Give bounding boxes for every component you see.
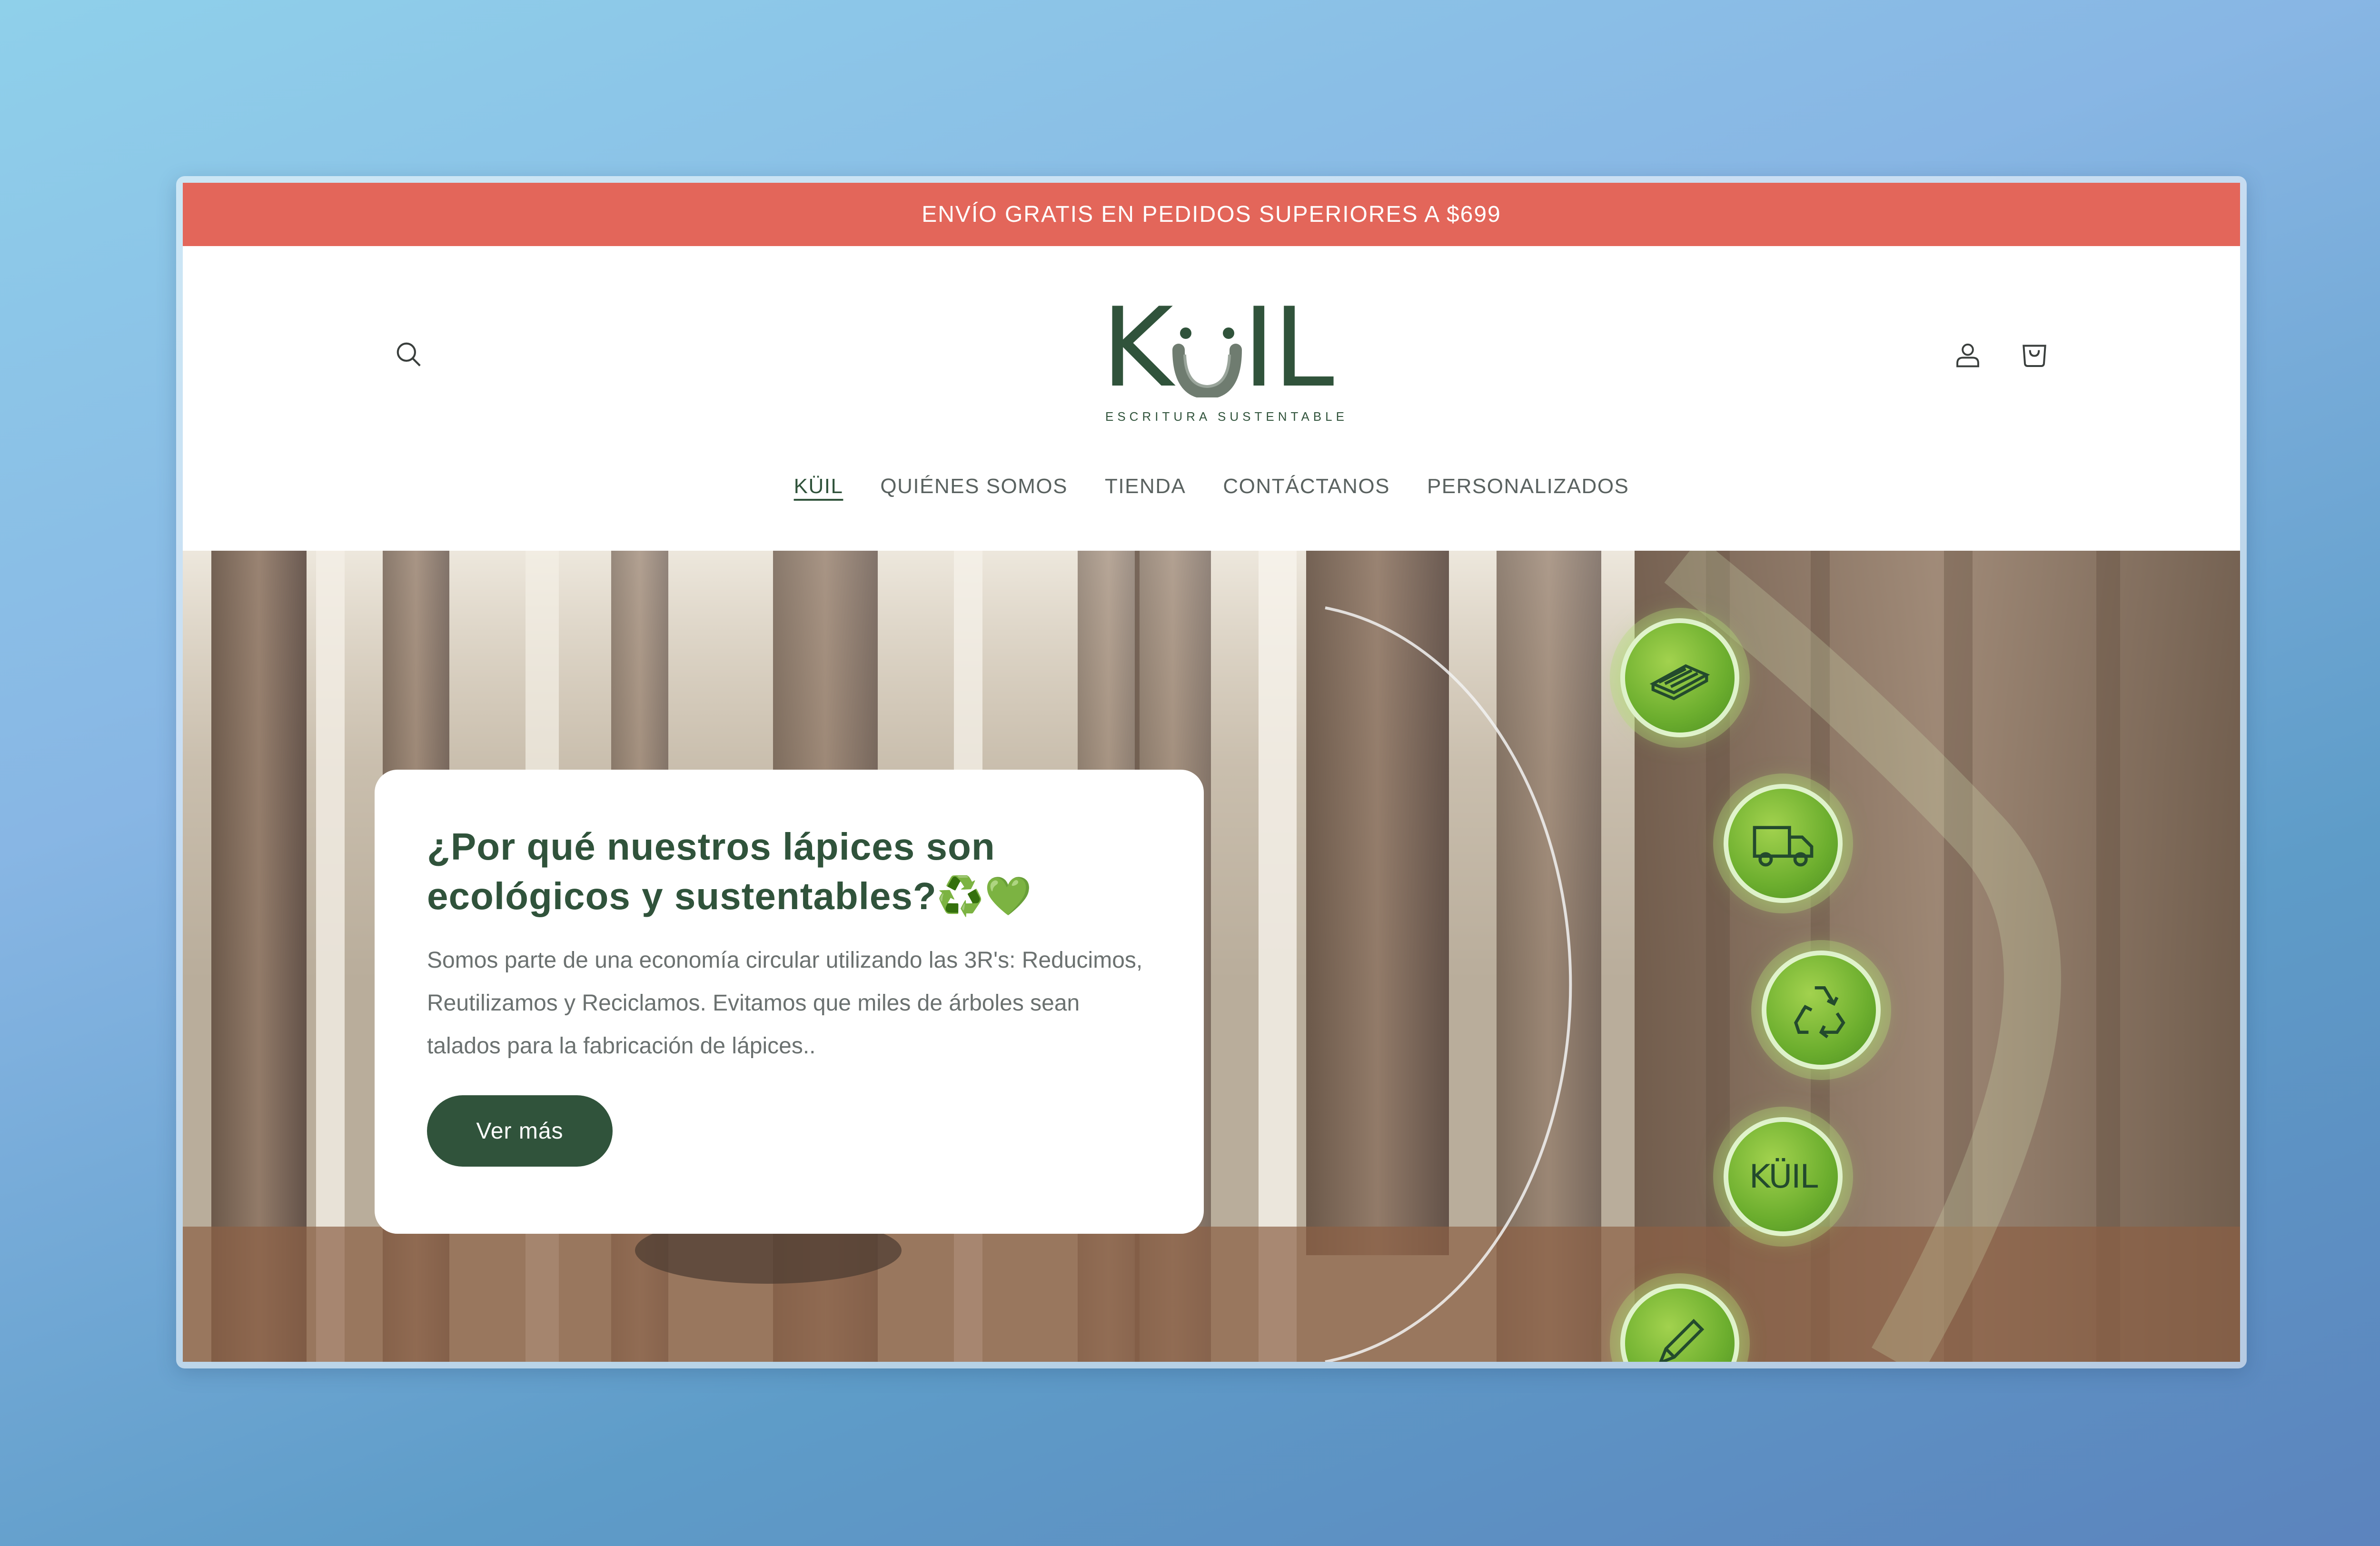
delivery-truck-icon [1753,826,1814,867]
site-header: K IL ESCRITURA SUSTENTABLE KÜIL QUIÉNES … [183,246,2240,498]
logo-tagline: ESCRITURA SUSTENTABLE [1105,409,1348,424]
paper-stack-icon [1649,664,1710,701]
recycle-icon [1794,986,1845,1039]
website: ENVÍO GRATIS EN PEDIDOS SUPERIORES A $69… [183,183,2240,1362]
browser-frame: ENVÍO GRATIS EN PEDIDOS SUPERIORES A $69… [176,176,2247,1368]
logo-smile-mark [1171,313,1243,399]
logo-wordmark: K IL [1101,285,1334,412]
badge-kuil-logo[interactable]: KÜIL [1724,1117,1843,1236]
hero-banner: KÜIL ¿Por qué nuestros lápices son ecoló… [183,551,2240,1362]
ver-mas-button[interactable]: Ver más [427,1095,613,1167]
hero-title: ¿Por qué nuestros lápices son ecológicos… [427,825,1032,917]
pencil-icon [1659,1318,1705,1362]
announcement-bar: ENVÍO GRATIS EN PEDIDOS SUPERIORES A $69… [183,183,2240,246]
cart-button[interactable] [2015,336,2053,374]
search-icon [397,342,421,367]
badge-kuil-text: KÜIL [1749,1158,1818,1196]
site-logo[interactable]: K IL ESCRITURA SUSTENTABLE [1101,285,1344,424]
main-navigation: KÜIL QUIÉNES SOMOS TIENDA CONTÁCTANOS PE… [183,475,2240,498]
hero-card: ¿Por qué nuestros lápices son ecológicos… [375,770,1204,1234]
announcement-text: ENVÍO GRATIS EN PEDIDOS SUPERIORES A $69… [922,202,1501,227]
nav-item-quienes-somos[interactable]: QUIÉNES SOMOS [880,475,1068,498]
search-button[interactable] [390,336,428,374]
nav-item-tienda[interactable]: TIENDA [1105,475,1186,498]
badge-recycle[interactable] [1762,951,1881,1070]
badge-paper[interactable] [1620,618,1739,737]
badge-delivery[interactable] [1724,784,1843,903]
user-icon [1956,343,1979,367]
nav-item-personalizados[interactable]: PERSONALIZADOS [1427,475,1629,498]
hero-body: Somos parte de una economía circular uti… [427,948,1143,1059]
cart-icon [2023,345,2046,367]
nav-item-contactanos[interactable]: CONTÁCTANOS [1223,475,1390,498]
account-button[interactable] [1949,336,1987,374]
nav-item-kuil[interactable]: KÜIL [794,475,843,498]
